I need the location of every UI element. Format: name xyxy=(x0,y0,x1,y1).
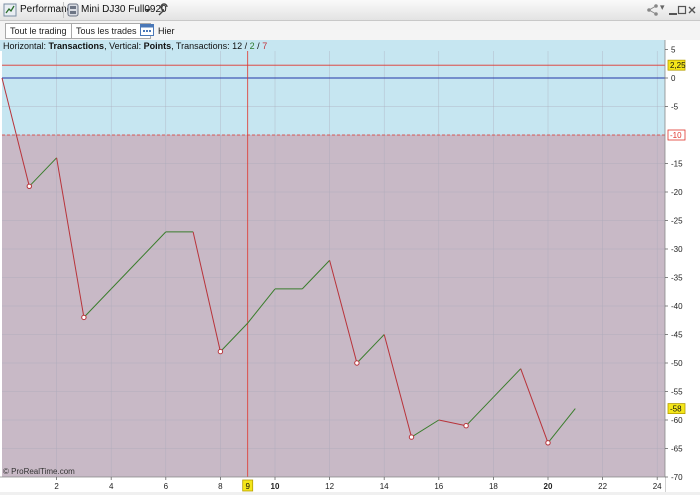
curve-point-marker xyxy=(217,348,224,355)
watermark: © ProRealTime.com xyxy=(3,467,75,476)
chart-zones xyxy=(2,40,665,492)
x-tick-label: 4 xyxy=(109,482,114,491)
trades-filter-label: Tous les trades xyxy=(76,26,137,36)
x-tick-label: 22 xyxy=(598,482,607,491)
x-tick-label: 20 xyxy=(544,482,553,491)
x-tick-label: 18 xyxy=(489,482,498,491)
last-value-label: -58 xyxy=(670,405,682,414)
curve-point-marker xyxy=(545,440,551,446)
horizontal-label: Horizontal: xyxy=(3,41,49,51)
transactions-separator-1: / xyxy=(242,41,250,51)
curve-point-marker xyxy=(26,183,32,190)
chart-info-line: Horizontal: Transactions, Vertical: Poin… xyxy=(3,41,267,51)
y-tick-label: -50 xyxy=(671,359,683,368)
y-tick-label: -70 xyxy=(671,473,683,482)
y-tick-label: -25 xyxy=(671,217,683,226)
upper-line-label: 2,25 xyxy=(670,61,686,70)
y-tick-label: 5 xyxy=(671,46,676,55)
y-tick-label: -45 xyxy=(671,331,683,340)
vertical-label: , Vertical: xyxy=(104,41,144,51)
y-tick-label: -15 xyxy=(671,160,683,169)
trading-filter-dropdown[interactable]: Tout le trading▼ xyxy=(5,23,82,39)
curve-point-marker xyxy=(463,423,469,429)
x-tick-label: 2 xyxy=(54,482,59,491)
instrument-selector[interactable]: Mini DJ30 Full0920 xyxy=(81,4,167,15)
y-tick-label: 0 xyxy=(671,74,676,83)
x-axis[interactable]: 2 4 6 8 10 12 14 16 18 20 22 249 xyxy=(0,476,665,492)
x-tick-label: 10 xyxy=(271,482,280,491)
x-tick-label: 14 xyxy=(380,482,389,491)
x-tick-label: 8 xyxy=(218,482,223,491)
share-dropdown-icon[interactable]: ▾ xyxy=(660,2,665,13)
maximize-icon[interactable] xyxy=(677,3,687,17)
instrument-icon[interactable] xyxy=(66,3,80,17)
positive-zone xyxy=(2,40,665,135)
transactions-label: , Transactions: xyxy=(171,41,232,51)
x-tick-label: 12 xyxy=(325,482,334,491)
cursor-x-label: 9 xyxy=(245,482,250,491)
x-tick-label: 24 xyxy=(653,482,662,491)
horizontal-value: Transactions xyxy=(49,41,105,51)
transactions-separator-2: / xyxy=(255,41,263,51)
performance-chart[interactable]: Horizontal: Transactions, Vertical: Poin… xyxy=(0,40,700,492)
window-titlebar: Performance Mini DJ30 Full0920 ▾ xyxy=(0,0,700,21)
y-tick-label: -40 xyxy=(671,302,683,311)
period-label[interactable]: Hier xyxy=(158,26,175,36)
transactions-losers: 7 xyxy=(262,41,267,51)
vertical-value: Points xyxy=(144,41,172,51)
transactions-total: 12 xyxy=(232,41,242,51)
x-tick-label: 6 xyxy=(164,482,169,491)
y-tick-label: -60 xyxy=(671,416,683,425)
trade-icon[interactable] xyxy=(3,3,17,17)
titlebar-divider xyxy=(63,2,64,18)
y-tick-label: -30 xyxy=(671,245,683,254)
curve-point-marker xyxy=(408,434,415,440)
y-tick-label: -20 xyxy=(671,188,683,197)
calendar-icon[interactable] xyxy=(140,23,154,36)
threshold-label: -10 xyxy=(670,131,682,140)
share-icon[interactable] xyxy=(646,3,660,17)
wrench-icon[interactable] xyxy=(156,3,170,17)
y-tick-label: -55 xyxy=(671,388,683,397)
performance-chart-panel: Horizontal: Transactions, Vertical: Poin… xyxy=(0,40,700,492)
y-tick-label: -5 xyxy=(671,103,679,112)
curve-point-marker xyxy=(81,314,87,321)
y-tick-label: -35 xyxy=(671,274,683,283)
y-tick-label: -65 xyxy=(671,445,683,454)
trading-filter-label: Tout le trading xyxy=(10,26,67,36)
negative-zone xyxy=(2,135,665,492)
filter-toolbar: Tout le trading▼ Tous les trades▼ xyxy=(0,21,700,40)
curve-point-marker xyxy=(354,360,360,366)
close-icon[interactable] xyxy=(687,3,697,17)
x-tick-label: 16 xyxy=(434,482,443,491)
y-axis[interactable]: 5 0 -5 -15 -20 -25 -30 -35 -40 -45 -50 -55 -60 -65 -70… xyxy=(664,40,700,492)
chevron-down-icon[interactable] xyxy=(144,5,152,15)
